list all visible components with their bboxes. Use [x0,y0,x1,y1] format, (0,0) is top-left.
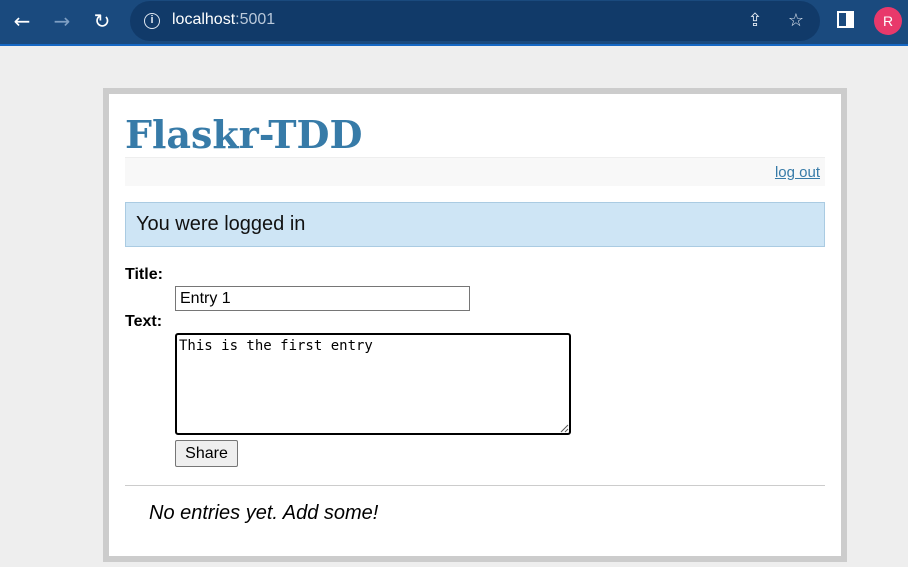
text-label: Text: [125,313,163,330]
resize-grip-icon[interactable] [559,423,569,433]
profile-avatar[interactable]: R [874,7,902,35]
page-title: Flaskr-TDD [125,112,363,157]
title-input[interactable] [175,286,470,311]
bookmark-star-icon[interactable]: ☆ [785,10,807,32]
logout-link[interactable]: log out [775,164,820,181]
meta-nav: log out [125,157,825,186]
flash-message: You were logged in [125,202,825,247]
url-port: :5001 [235,11,276,28]
back-button[interactable]: ← [9,8,35,34]
url-text[interactable]: localhost:5001 [172,11,275,29]
forward-button[interactable]: → [49,8,75,34]
text-input[interactable]: This is the first entry [175,333,571,435]
share-button[interactable]: Share [175,440,238,467]
address-bar[interactable]: i localhost:5001 ⇪ ☆ [130,1,820,41]
divider [125,485,825,486]
title-label: Title: [125,266,163,283]
no-entries-message: No entries yet. Add some! [149,502,379,524]
page-container: Flaskr-TDD log out You were logged in Ti… [103,88,847,562]
info-icon[interactable]: i [144,13,160,29]
share-icon[interactable]: ⇪ [744,10,766,32]
url-host: localhost [172,11,236,28]
reload-button[interactable]: ↻ [89,8,115,34]
side-panel-icon[interactable] [837,11,854,28]
browser-toolbar: ← → ↻ i localhost:5001 ⇪ ☆ R [0,0,908,46]
